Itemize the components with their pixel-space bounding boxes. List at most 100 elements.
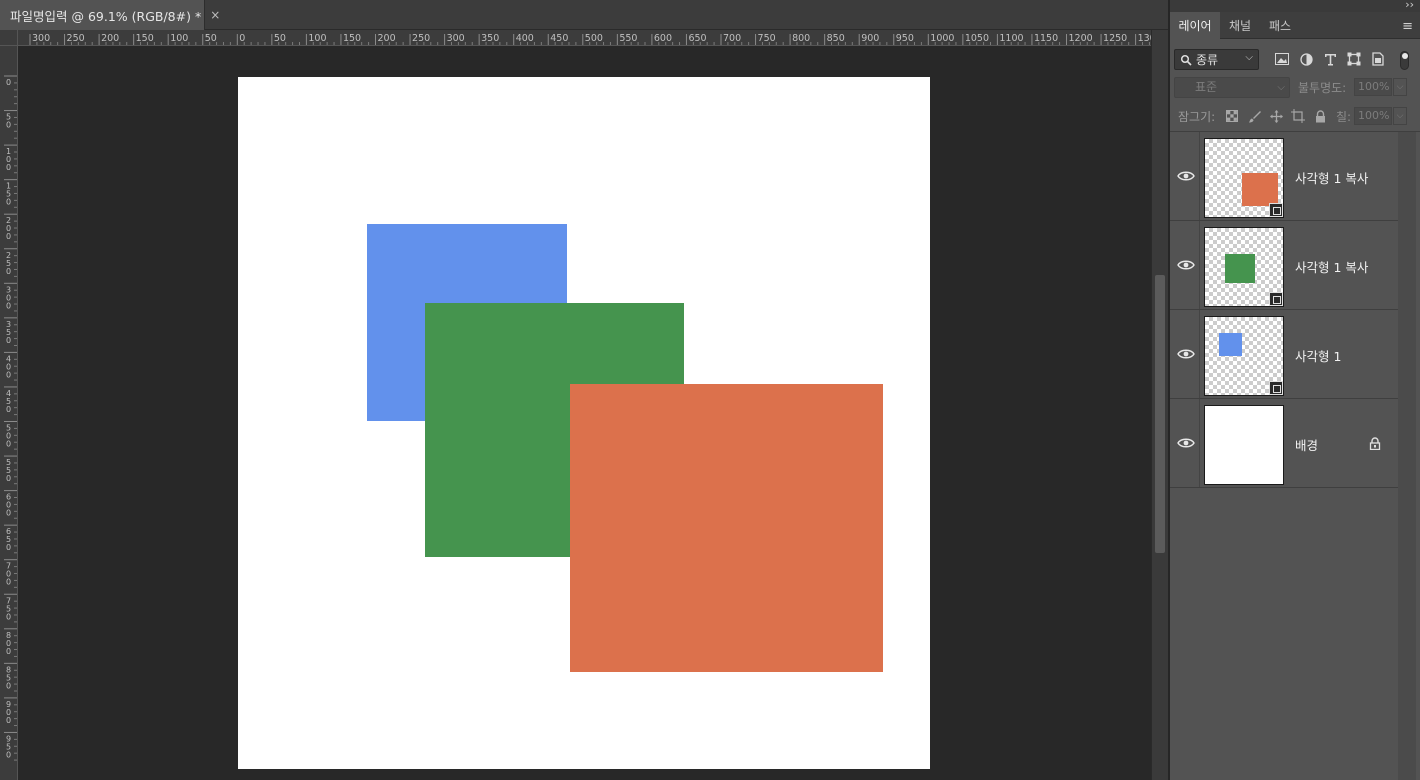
eye-icon[interactable]	[1176, 169, 1196, 183]
ruler-label: 700	[723, 33, 741, 44]
blend-mode-select[interactable]: 표준 ⌵	[1174, 77, 1290, 98]
ruler-label: 250	[412, 33, 430, 44]
document-tab-bar: 파일명입력 @ 69.1% (RGB/8#) * ×	[0, 0, 1168, 30]
panel-tab-strip: 레이어 채널 패스 ≡	[1170, 12, 1420, 39]
ruler-label: 50	[274, 33, 286, 44]
fill-dropdown-button[interactable]: ⌵	[1393, 107, 1407, 125]
tab-layers[interactable]: 레이어	[1170, 12, 1220, 39]
ruler-label: 300	[447, 33, 465, 44]
blend-row: 표준 ⌵ 불투명도: 100% ⌵	[1170, 76, 1420, 100]
lock-all-icon[interactable]	[1313, 109, 1327, 123]
opacity-dropdown-button[interactable]: ⌵	[1393, 78, 1407, 96]
ruler-label: 600	[654, 33, 672, 44]
layer-row-blue[interactable]: 사각형 1	[1170, 310, 1398, 399]
smart-object-filter-icon[interactable]	[1370, 51, 1386, 67]
ruler-label: 0	[6, 612, 11, 621]
ruler-label: 0	[6, 232, 11, 241]
vertical-ruler[interactable]: 0501001502002503003504004505005506006507…	[0, 46, 18, 780]
layer-row-orange-copy[interactable]: 사각형 1 복사	[1170, 132, 1398, 221]
layer-row-green-copy[interactable]: 사각형 1 복사	[1170, 221, 1398, 310]
ruler-label: 250	[67, 33, 85, 44]
ruler-label: 0	[6, 440, 11, 449]
ruler-label: 1250	[1103, 33, 1127, 44]
ruler-label: 100	[308, 33, 326, 44]
ruler-label: 0	[6, 647, 11, 656]
lock-icon[interactable]	[1369, 437, 1381, 450]
document-canvas[interactable]	[238, 77, 930, 769]
document-tab[interactable]: 파일명입력 @ 69.1% (RGB/8#) * ×	[0, 0, 220, 30]
chevron-down-icon: ⌵	[1277, 82, 1285, 93]
adjustment-filter-icon[interactable]	[1298, 51, 1314, 67]
layer-thumbnail[interactable]	[1204, 138, 1284, 218]
lock-image-pixels-icon[interactable]	[1247, 109, 1261, 123]
eye-icon[interactable]	[1176, 347, 1196, 361]
panel-collapse-bar: ››	[1170, 0, 1420, 12]
ruler-label: 0	[239, 33, 245, 44]
fill-label: 칠:	[1336, 110, 1352, 124]
layers-panel: ›› 레이어 채널 패스 ≡ 종류 ⌵ 표준 ⌵ 불투명도: 100% ⌵ 잠그…	[1170, 0, 1420, 780]
layers-scrollbar[interactable]	[1398, 132, 1416, 780]
tab-paths[interactable]: 패스	[1260, 12, 1300, 39]
ruler-origin[interactable]	[0, 30, 18, 46]
ruler-label: 0	[6, 163, 11, 172]
close-tab-icon[interactable]: ×	[210, 8, 220, 22]
thumbnail-shape	[1242, 173, 1278, 206]
ruler-label: 800	[792, 33, 810, 44]
layer-name[interactable]: 사각형 1 복사	[1295, 168, 1368, 187]
filter-kind-select[interactable]: 종류 ⌵	[1174, 49, 1259, 70]
layers-list: 사각형 1 복사 사각형 1 복사 사각형 1 배경	[1170, 132, 1398, 488]
lock-position-icon[interactable]	[1269, 109, 1283, 123]
filter-toggle-switch[interactable]	[1400, 51, 1409, 70]
opacity-input[interactable]: 100%	[1354, 78, 1392, 96]
image-filter-icon[interactable]	[1274, 51, 1290, 67]
orange-rectangle[interactable]	[570, 384, 883, 672]
ruler-label: 0	[6, 543, 11, 552]
panel-menu-icon[interactable]: ≡	[1402, 19, 1413, 34]
horizontal-ruler[interactable]: 300 250 200 150 100 50 0 50 100 150 200 250 300 350 40…	[18, 30, 1151, 46]
ruler-label: 0	[6, 750, 11, 759]
canvas-vertical-scrollbar[interactable]	[1151, 30, 1168, 780]
ruler-label: 150	[136, 33, 154, 44]
ruler-label: 50	[205, 33, 217, 44]
blend-mode-value: 표준	[1195, 80, 1218, 94]
lock-artboard-icon[interactable]	[1291, 109, 1305, 123]
layer-name[interactable]: 사각형 1 복사	[1295, 257, 1368, 276]
filter-kind-label: 종류	[1196, 53, 1219, 67]
type-filter-icon[interactable]	[1322, 51, 1338, 67]
ruler-label: 0	[6, 405, 11, 414]
layer-name[interactable]: 배경	[1295, 435, 1318, 454]
tab-channels[interactable]: 채널	[1220, 12, 1260, 39]
layer-name[interactable]: 사각형 1	[1295, 346, 1341, 365]
lock-row: 잠그기: 칠: 100% ⌵	[1170, 104, 1420, 128]
ruler-label: 450	[550, 33, 568, 44]
ruler-label: 1050	[965, 33, 989, 44]
layer-row-background[interactable]: 배경	[1170, 399, 1398, 488]
layer-thumbnail[interactable]	[1204, 316, 1284, 396]
layer-thumbnail[interactable]	[1204, 227, 1284, 307]
ruler-label: 0	[6, 198, 11, 207]
eye-icon[interactable]	[1176, 436, 1196, 450]
ruler-label: 0	[6, 267, 11, 276]
ruler-label: 0	[6, 336, 11, 345]
ruler-label: 750	[758, 33, 776, 44]
layer-divider	[1199, 399, 1200, 487]
document-tab-title: 파일명입력 @ 69.1% (RGB/8#) *	[10, 8, 202, 24]
ruler-label: 0	[6, 578, 11, 587]
ruler-label: 0	[6, 509, 11, 518]
scrollbar-thumb[interactable]	[1155, 275, 1165, 553]
fill-input[interactable]: 100%	[1354, 107, 1392, 125]
ruler-label: 350	[481, 33, 499, 44]
shape-layer-badge-icon	[1269, 292, 1283, 306]
ruler-label: 500	[585, 33, 603, 44]
collapse-panels-icon[interactable]: ››	[1405, 0, 1414, 11]
canvas-workspace[interactable]	[19, 47, 1151, 780]
ruler-label: 900	[861, 33, 879, 44]
layer-thumbnail[interactable]	[1204, 405, 1284, 485]
eye-icon[interactable]	[1176, 258, 1196, 272]
shape-filter-icon[interactable]	[1346, 51, 1362, 67]
ruler-label: 0	[6, 78, 11, 87]
ruler-label: 0	[6, 681, 11, 690]
ruler-label: 0	[6, 474, 11, 483]
ruler-label: 130	[1138, 33, 1151, 44]
lock-transparent-pixels-icon[interactable]	[1225, 109, 1239, 123]
